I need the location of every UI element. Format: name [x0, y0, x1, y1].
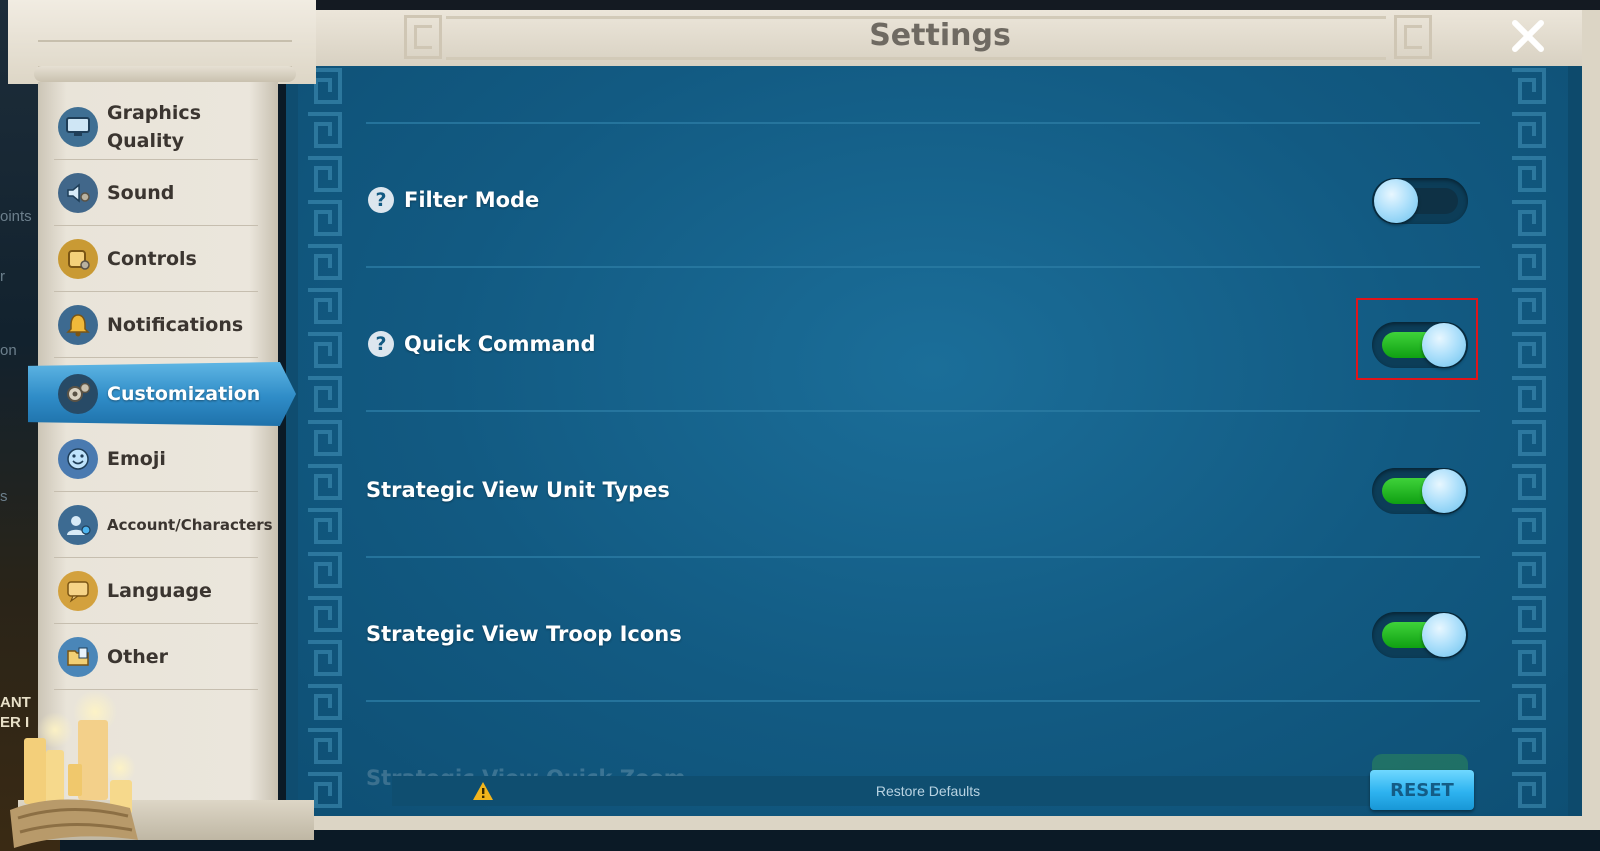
sidebar-item-label: Sound	[107, 182, 175, 204]
warning-triangle-icon	[473, 782, 493, 800]
sidebar-item-graphics-quality[interactable]: Graphics Quality	[54, 94, 258, 160]
row-divider	[366, 700, 1480, 702]
close-icon	[1512, 20, 1544, 52]
toggle-knob	[1374, 179, 1418, 223]
meander-border-icon	[1506, 66, 1550, 818]
candles-decoration-icon	[10, 690, 138, 848]
background-text: s	[0, 488, 8, 505]
speech-bubble-icon	[58, 571, 98, 611]
sidebar-divider	[54, 357, 258, 358]
setting-row-strategic-view-troop-icons: Strategic View Troop Icons	[366, 562, 1478, 706]
sidebar-item-emoji[interactable]: Emoji	[54, 426, 258, 492]
strategic-view-troop-icons-toggle[interactable]	[1372, 612, 1468, 658]
background-text: oints	[0, 208, 32, 225]
sidebar-item-label: Customization	[107, 383, 261, 405]
sidebar-item-account-characters[interactable]: Account/Characters	[54, 492, 273, 558]
sidebar-item-label: Emoji	[107, 448, 166, 470]
pillar-roll	[34, 66, 296, 82]
gamepad-gear-icon	[58, 239, 98, 279]
filter-mode-toggle[interactable]	[1372, 178, 1468, 224]
setting-label: Quick Command	[404, 332, 596, 356]
title-bar: Settings	[286, 10, 1594, 69]
row-divider	[366, 122, 1480, 124]
sidebar-item-language[interactable]: Language	[54, 558, 258, 624]
row-divider	[366, 556, 1480, 558]
help-icon[interactable]: ?	[368, 187, 394, 213]
setting-row-strategic-view-unit-types: Strategic View Unit Types	[366, 418, 1478, 562]
sidebar-item-label: Notifications	[107, 314, 244, 336]
sidebar-item-label: Account/Characters	[107, 516, 273, 534]
pillar-capital	[8, 0, 316, 84]
user-gear-icon	[58, 505, 98, 545]
gears-icon	[58, 374, 98, 414]
sidebar-item-label: Language	[107, 580, 212, 602]
folder-icon	[58, 637, 98, 677]
toggle-knob	[1422, 613, 1466, 657]
help-icon[interactable]: ?	[368, 331, 394, 357]
close-button[interactable]	[1506, 14, 1550, 58]
toggle-knob	[1422, 469, 1466, 513]
frame-bottom	[286, 816, 1600, 830]
setting-label: Strategic View Unit Types	[366, 478, 670, 502]
setting-row-filter-mode: ? Filter Mode	[366, 128, 1478, 272]
setting-label: Strategic View Troop Icons	[366, 622, 682, 646]
sidebar-item-sound[interactable]: Sound	[54, 160, 258, 226]
restore-defaults-text: Restore Defaults	[875, 783, 981, 799]
speaker-gear-icon	[58, 173, 98, 213]
smiley-icon	[58, 439, 98, 479]
monitor-gear-icon	[58, 107, 98, 147]
sidebar-item-label: Graphics Quality	[107, 102, 201, 152]
page-title: Settings	[869, 18, 1011, 53]
background-text: on	[0, 342, 17, 359]
setting-row-quick-command: ? Quick Command	[366, 272, 1478, 416]
setting-label: Filter Mode	[404, 188, 540, 212]
highlight-box	[1356, 298, 1478, 380]
sidebar-item-label: Controls	[107, 248, 197, 270]
row-divider	[366, 266, 1480, 268]
sidebar-item-customization[interactable]: Customization	[28, 362, 296, 426]
sidebar-item-label: Other	[107, 646, 169, 668]
bell-icon	[58, 305, 98, 345]
sidebar-item-other[interactable]: Other	[54, 624, 258, 690]
strategic-view-unit-types-toggle[interactable]	[1372, 468, 1468, 514]
pillar-meander-band	[38, 40, 292, 68]
frame-right	[1582, 10, 1600, 822]
row-divider	[366, 410, 1480, 412]
meander-border-icon	[302, 66, 346, 818]
background-text: r	[0, 268, 5, 285]
reset-button[interactable]: RESET	[1370, 770, 1474, 810]
sidebar-item-controls[interactable]: Controls	[54, 226, 258, 292]
sidebar-item-notifications[interactable]: Notifications	[54, 292, 258, 358]
